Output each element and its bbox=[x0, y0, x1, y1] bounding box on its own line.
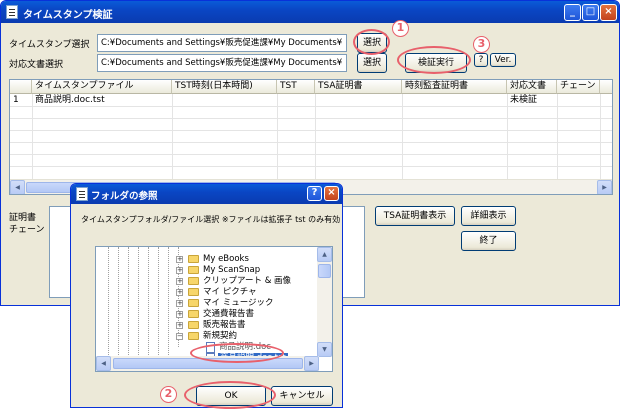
expand-icon[interactable]: + bbox=[176, 300, 183, 307]
table-header-tst-time[interactable]: TST時刻(日本時間) bbox=[172, 80, 277, 94]
table-header-index bbox=[10, 80, 32, 94]
callout-number-2: 2 bbox=[160, 386, 177, 403]
folder-icon bbox=[188, 310, 199, 318]
callout-number-1: 1 bbox=[392, 20, 409, 37]
expand-icon[interactable]: + bbox=[176, 322, 183, 329]
tree-vscrollbar[interactable]: ▲ ▼ bbox=[317, 247, 332, 357]
folder-icon bbox=[188, 321, 199, 329]
folder-browse-dialog: フォルダの参照 ? × タイムスタンプフォルダ/ファイル選択 ※ファイルは拡張子… bbox=[70, 183, 343, 408]
dialog-close-button[interactable]: × bbox=[324, 186, 339, 201]
folder-icon bbox=[188, 255, 199, 263]
help-button[interactable]: ? bbox=[474, 53, 488, 67]
tree-item[interactable]: − 新規契約 bbox=[176, 331, 316, 342]
timestamp-select-label: タイムスタンプ選択 bbox=[9, 40, 90, 50]
dialog-help-button[interactable]: ? bbox=[307, 186, 322, 201]
table-header-spacer bbox=[600, 80, 612, 94]
row-doc-status: 未検証 bbox=[510, 95, 538, 105]
app-icon bbox=[6, 5, 18, 19]
cancel-button[interactable]: キャンセル bbox=[271, 386, 333, 406]
tsa-cert-button[interactable]: TSA証明書表示 bbox=[375, 206, 455, 226]
folder-icon bbox=[188, 277, 199, 285]
results-table[interactable]: タイムスタンプファイル TST時刻(日本時間) TST TSA証明書 時刻監査証… bbox=[9, 79, 613, 195]
scroll-left-icon[interactable]: ◀ bbox=[10, 180, 25, 194]
folder-icon bbox=[188, 299, 199, 307]
expand-icon[interactable]: + bbox=[176, 256, 183, 263]
tree-item[interactable]: + My ScanSnap bbox=[176, 265, 316, 276]
callout-circle-2 bbox=[184, 381, 276, 409]
table-header-tsa-cert[interactable]: TSA証明書 bbox=[315, 80, 402, 94]
callout-number-3: 3 bbox=[473, 36, 490, 53]
scroll-down-icon[interactable]: ▼ bbox=[317, 342, 332, 357]
tree-item[interactable]: + My eBooks bbox=[176, 254, 316, 265]
doc-path-field[interactable]: C:¥Documents and Settings¥販売促進課¥My Docum… bbox=[97, 54, 347, 72]
table-header-tst[interactable]: TST bbox=[277, 80, 315, 94]
folder-icon bbox=[188, 288, 199, 296]
callout-circle-3 bbox=[397, 46, 471, 74]
folder-open-icon bbox=[188, 332, 199, 340]
close-button[interactable]: × bbox=[600, 4, 617, 21]
doc-select-label: 対応文書選択 bbox=[9, 60, 64, 70]
scroll-right-icon[interactable]: ▶ bbox=[304, 356, 319, 371]
expand-icon[interactable]: + bbox=[176, 311, 183, 318]
tree-item[interactable]: + マイ ミュージック bbox=[176, 298, 316, 309]
doc-select-button[interactable]: 選択 bbox=[357, 53, 387, 73]
tree-item[interactable]: + 交通費報告書 bbox=[176, 309, 316, 320]
window-title: タイムスタンプ検証 bbox=[23, 10, 113, 21]
detail-button[interactable]: 詳細表示 bbox=[461, 206, 516, 226]
expand-icon[interactable]: + bbox=[176, 267, 183, 274]
scroll-up-icon[interactable]: ▲ bbox=[317, 247, 332, 262]
tree-item[interactable]: + クリップアート & 画像 bbox=[176, 276, 316, 287]
collapse-icon[interactable]: − bbox=[176, 333, 183, 340]
dialog-title-bar: フォルダの参照 ? × bbox=[71, 184, 342, 204]
row-index: 1 bbox=[13, 95, 19, 105]
table-header-file[interactable]: タイムスタンプファイル bbox=[32, 80, 172, 94]
tree-item[interactable]: + マイ ピクチャ bbox=[176, 287, 316, 298]
minimize-button[interactable]: _ bbox=[564, 4, 581, 21]
tree-item[interactable]: + 販売報告書 bbox=[176, 320, 316, 331]
table-header-audit-cert[interactable]: 時刻監査証明書 bbox=[402, 80, 507, 94]
expand-icon[interactable]: + bbox=[176, 278, 183, 285]
timestamp-path-field[interactable]: C:¥Documents and Settings¥販売促進課¥My Docum… bbox=[97, 34, 347, 52]
maximize-button[interactable]: □ bbox=[582, 4, 599, 21]
scroll-left-icon[interactable]: ◀ bbox=[96, 356, 111, 371]
folder-icon bbox=[188, 266, 199, 274]
title-bar: タイムスタンプ検証 _ □ × bbox=[1, 1, 619, 23]
dialog-instruction: タイムスタンプフォルダ/ファイル選択 ※ファイルは拡張子 tst のみ有効 bbox=[81, 215, 341, 224]
vscroll-thumb[interactable] bbox=[318, 264, 331, 278]
scroll-right-icon[interactable]: ▶ bbox=[597, 180, 612, 194]
table-header-chain[interactable]: チェーン bbox=[557, 80, 600, 94]
exit-button[interactable]: 終了 bbox=[461, 231, 516, 251]
row-file: 商品説明.doc.tst bbox=[35, 95, 105, 105]
dialog-icon bbox=[76, 187, 88, 201]
callout-circle-1 bbox=[353, 29, 390, 55]
table-header-doc[interactable]: 対応文書 bbox=[507, 80, 557, 94]
callout-circle-file bbox=[190, 343, 284, 363]
chain-label: チェーン bbox=[9, 225, 45, 235]
expand-icon[interactable]: + bbox=[176, 289, 183, 296]
dialog-title: フォルダの参照 bbox=[91, 191, 158, 202]
version-button[interactable]: Ver. bbox=[490, 53, 516, 67]
